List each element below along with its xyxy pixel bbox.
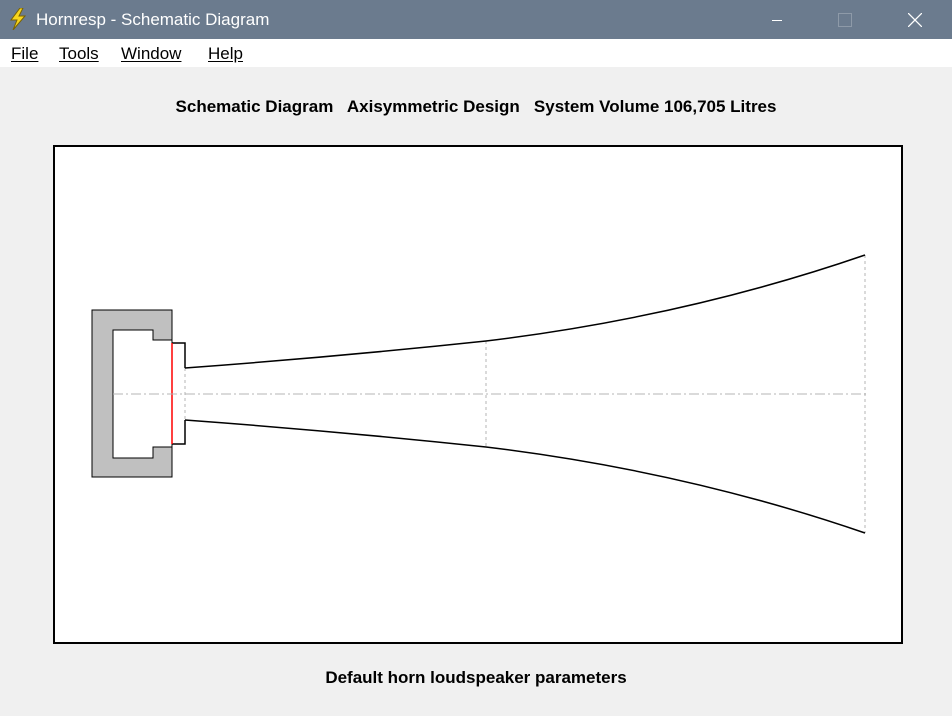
horn-lower-wall bbox=[184, 419, 866, 534]
menu-help[interactable]: Help bbox=[208, 44, 243, 64]
throat-lower-outline bbox=[172, 420, 186, 445]
maximize-icon bbox=[838, 12, 852, 27]
throat-upper-outline bbox=[172, 342, 186, 368]
window-title: Hornresp - Schematic Diagram bbox=[36, 10, 270, 29]
horn-schematic bbox=[91, 254, 866, 534]
menu-file[interactable]: File bbox=[11, 44, 38, 64]
close-button[interactable] bbox=[892, 0, 938, 39]
menu-tools[interactable]: Tools bbox=[59, 44, 99, 64]
schematic-diagram-panel bbox=[53, 145, 903, 644]
lightning-bolt-icon bbox=[10, 8, 27, 30]
close-icon bbox=[908, 12, 922, 27]
minimize-icon bbox=[772, 19, 782, 21]
menu-bar: File Tools Window Help bbox=[0, 39, 952, 67]
maximize-button[interactable] bbox=[822, 0, 868, 39]
diagram-footer: Default horn loudspeaker parameters bbox=[325, 668, 627, 687]
menu-window[interactable]: Window bbox=[121, 44, 181, 64]
minimize-button[interactable] bbox=[754, 0, 800, 39]
horn-upper-wall bbox=[184, 254, 866, 369]
title-bar: Hornresp - Schematic Diagram bbox=[0, 0, 952, 39]
diagram-header: Schematic Diagram Axisymmetric Design Sy… bbox=[175, 97, 777, 116]
